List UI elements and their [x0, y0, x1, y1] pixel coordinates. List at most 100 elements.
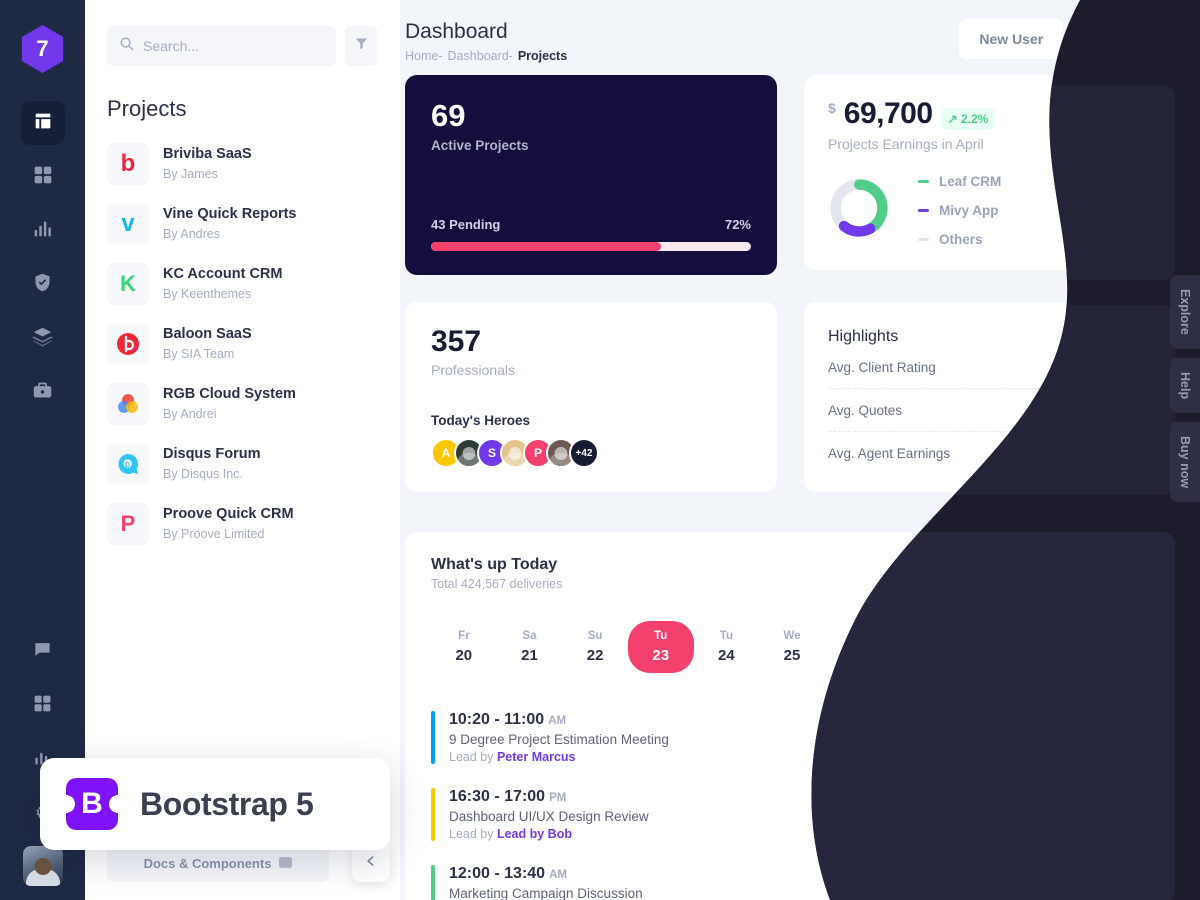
project-author: By SIA Team [163, 347, 235, 362]
project-name: Baloon SaaS [163, 326, 252, 343]
rail-item-chat[interactable] [21, 630, 65, 674]
legend-label: Leaf CRM [939, 174, 1002, 190]
event-view-button-3[interactable]: View [1092, 872, 1149, 900]
heroes-block: Today's Heroes A S P +42 [431, 413, 751, 469]
event-time: 16:30 - 17:00 [449, 788, 546, 805]
day-number: 22 [586, 647, 604, 664]
rail-item-reports[interactable] [21, 209, 65, 253]
svg-text:D: D [125, 462, 130, 469]
legend-dash-icon [918, 180, 929, 184]
project-name: Briviba SaaS [163, 146, 252, 163]
calendar-day[interactable]: Su 22 [562, 621, 628, 673]
briefcase-icon [32, 380, 53, 406]
professionals-label: Professionals [431, 361, 516, 378]
rail-item-layers[interactable] [21, 317, 65, 361]
project-name: Proove Quick CRM [163, 506, 294, 523]
calendar-day[interactable]: Tu 24 [694, 621, 760, 673]
project-logo-icon: K [107, 263, 149, 305]
project-logo-icon: P [107, 503, 149, 545]
project-name: KC Account CRM [163, 266, 283, 283]
project-logo-icon [107, 323, 149, 365]
breadcrumb-item-1[interactable]: Dashboard- [448, 49, 513, 63]
highlight-label: Avg. Client Rating [828, 359, 936, 375]
event-ampm: PM [549, 792, 567, 804]
event-view-button-1[interactable]: View [1092, 715, 1149, 744]
app-logo[interactable]: 7 [19, 25, 67, 73]
title-block: Dashboard Home- Dashboard- Projects [405, 18, 567, 63]
breadcrumb-item-0[interactable]: Home- [405, 49, 443, 63]
bootstrap-mark-letter: B [81, 787, 103, 820]
search-box[interactable] [107, 26, 336, 66]
active-projects-label: Active Projects [431, 138, 529, 154]
earnings-amount: 69,700 [843, 97, 933, 131]
event-time: 12:00 - 13:40 [449, 865, 546, 882]
project-list-item[interactable]: v Vine Quick Reports By Andres [107, 194, 378, 254]
rail-item-apps[interactable] [21, 155, 65, 199]
percent-label: 72% [724, 217, 751, 233]
side-tab-group: Explore Help Buy now [1170, 275, 1200, 503]
project-name: RGB Cloud System [163, 386, 296, 403]
event-title: Marketing Campaign Discussion [449, 886, 643, 900]
logo-text: 7 [36, 36, 49, 61]
project-list-item[interactable]: D Disqus Forum By Disqus Inc. [107, 434, 378, 494]
calendar-day[interactable]: Sa 21 [497, 621, 563, 673]
side-tab-buy-now[interactable]: Buy now [1170, 421, 1200, 503]
rail-item-projects[interactable] [21, 371, 65, 415]
avatar-initial[interactable]: +42 [569, 438, 599, 469]
project-text: Vine Quick Reports By Andres [163, 204, 297, 243]
event-ampm: AM [548, 715, 567, 727]
event-lead-name: Peter Marcus [496, 750, 576, 764]
side-tab-help[interactable]: Help [1170, 357, 1200, 413]
calendar-day[interactable]: We 25 [759, 621, 825, 673]
day-name: Tu [654, 630, 668, 642]
project-list-item[interactable]: RGB Cloud System By Andrei [107, 374, 378, 434]
shield-check-icon [32, 272, 53, 298]
rail-item-security[interactable] [21, 263, 65, 307]
legend-dash-icon [918, 209, 929, 213]
new-user-button[interactable]: New User [959, 19, 1064, 59]
day-number: 21 [521, 647, 538, 664]
day-number: 25 [783, 647, 801, 664]
rail-item-dashboard[interactable] [20, 101, 65, 145]
app-root: 7 Search... Projects b Briviba SaaS By J… [0, 0, 1200, 900]
event-accent-bar [431, 788, 435, 841]
project-list-item[interactable]: Baloon SaaS By SIA Team [107, 314, 378, 374]
side-tab-explore[interactable]: Explore [1170, 275, 1200, 349]
event-lead-prefix: Lead by [449, 827, 497, 841]
project-list-item[interactable]: b Briviba SaaS By James [107, 134, 378, 194]
bootstrap-badge: B Bootstrap 5 [40, 758, 390, 850]
calendar-day[interactable]: Tu 23 [627, 621, 694, 673]
logo-hex-badge: 7 [21, 25, 64, 73]
day-number: 23 [652, 647, 670, 664]
project-text: RGB Cloud System By Andrei [163, 384, 296, 423]
project-list-item[interactable]: P Proove Quick CRM By Proove Limited [107, 494, 378, 554]
project-text: Disqus Forum By Disqus Inc. [163, 444, 260, 483]
calendar-day[interactable]: Fr 20 [431, 621, 497, 673]
avatar-stack: A S P +42 [431, 438, 751, 469]
project-list-item[interactable]: K KC Account CRM By Keenthemes [107, 254, 378, 314]
report-center-button[interactable]: Report Cecnter [1032, 557, 1155, 589]
search-input[interactable] [143, 38, 324, 54]
day-number: 24 [718, 647, 735, 664]
professionals-head: 357 Professionals [431, 326, 751, 378]
professionals-card: 357 Professionals Today's Heroes A S P +42 [405, 302, 777, 493]
grid-icon [33, 694, 52, 718]
breadcrumb-item-2[interactable]: Projects [518, 49, 567, 63]
earnings-delta-badge: ↗ 2.2% [940, 108, 996, 131]
rail-item-widgets[interactable] [21, 684, 65, 728]
event-view-button-2[interactable]: View [1092, 795, 1149, 824]
day-name: Tu [719, 630, 733, 642]
legend-dash-icon [918, 238, 929, 242]
progress-fill [431, 242, 662, 252]
event-lead: Lead by Lead by Bob [449, 827, 649, 841]
docs-badge-icon [279, 856, 293, 871]
project-name: Vine Quick Reports [163, 206, 297, 223]
user-avatar[interactable] [22, 846, 63, 886]
search-icon [119, 36, 134, 56]
earnings-donut-chart [828, 177, 890, 244]
project-author: By Proove Limited [163, 527, 265, 542]
day-number: 20 [455, 647, 473, 664]
filter-button[interactable] [345, 26, 378, 66]
project-logo-icon: v [107, 203, 149, 245]
project-text: KC Account CRM By Keenthemes [163, 264, 282, 303]
